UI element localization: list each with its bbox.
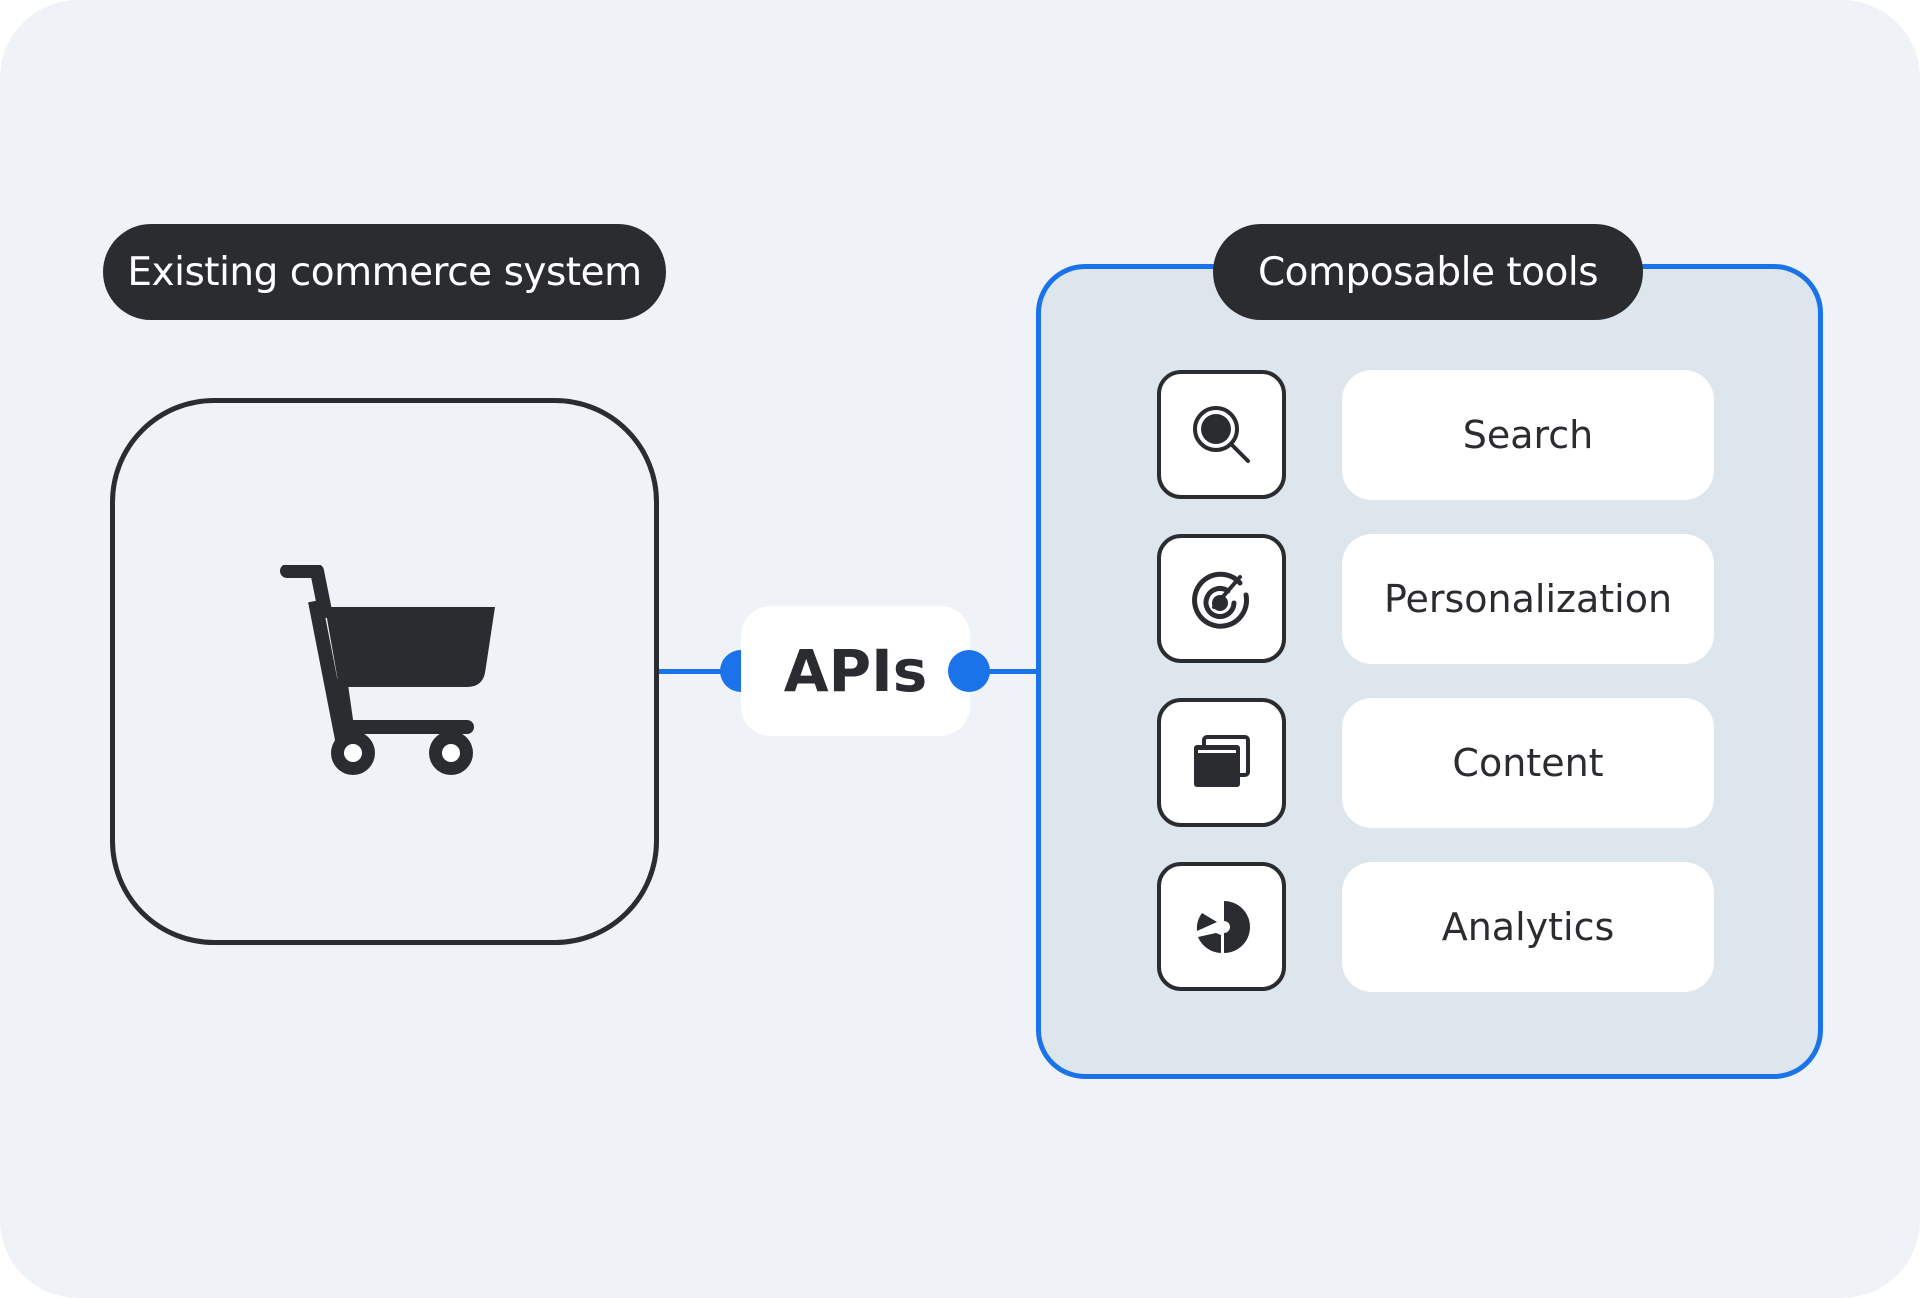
tool-label: Search	[1462, 413, 1594, 457]
tool-label: Personalization	[1383, 577, 1673, 621]
tool-label: Content	[1452, 741, 1604, 785]
apis-box: APIs	[741, 606, 970, 736]
windows-icon	[1193, 734, 1250, 787]
tool-content: Content	[1342, 698, 1714, 828]
connector-dot-right	[948, 650, 990, 692]
tool-analytics: Analytics	[1342, 862, 1714, 992]
existing-system-title: Existing commerce system	[103, 224, 666, 320]
search-icon	[1192, 405, 1250, 463]
content-icon-box	[1157, 698, 1286, 827]
personalization-icon-box	[1157, 534, 1286, 663]
shopping-cart-icon	[280, 565, 495, 775]
analytics-icon-box	[1157, 862, 1286, 991]
apis-label: APIs	[783, 637, 928, 705]
composable-tools-title: Composable tools	[1213, 224, 1643, 320]
tool-label: Analytics	[1441, 905, 1615, 949]
target-icon	[1191, 571, 1249, 629]
tool-search: Search	[1342, 370, 1714, 500]
pie-chart-icon	[1196, 900, 1250, 953]
commerce-system-box	[110, 398, 659, 945]
tool-personalization: Personalization	[1342, 534, 1714, 664]
search-icon-box	[1157, 370, 1286, 499]
